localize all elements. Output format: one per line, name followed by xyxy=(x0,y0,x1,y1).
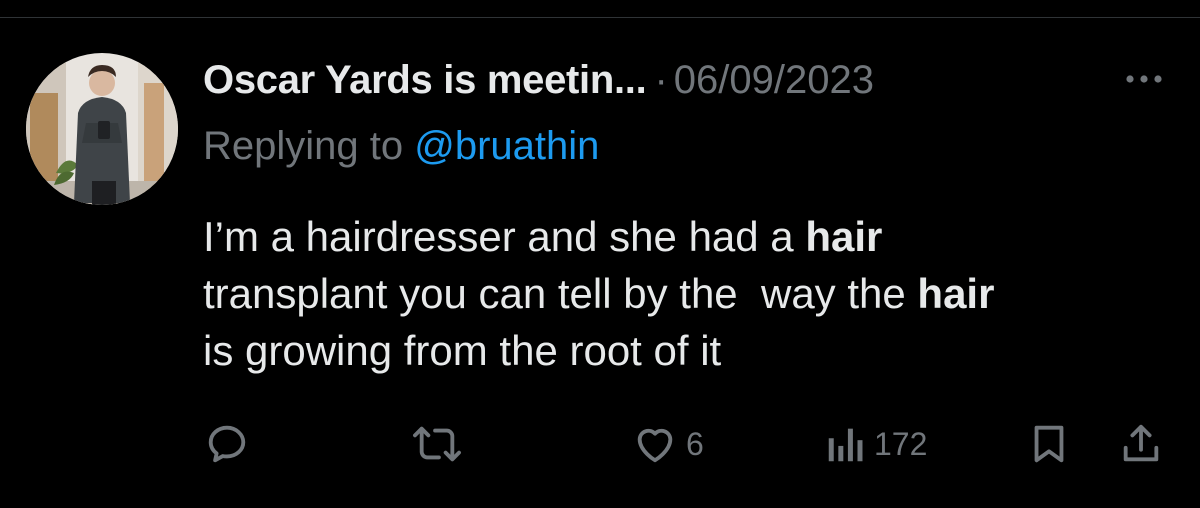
avatar-image xyxy=(26,53,178,205)
tweet-text-bold: hair xyxy=(805,213,883,260)
share-icon xyxy=(1123,424,1159,462)
tweet-text-segment: transplant you can tell by the way the xyxy=(203,270,906,317)
tweet-text: I’m a hairdresser and she had a hair tra… xyxy=(203,208,1183,379)
tweet-text-segment: I’m a hairdresser and she had a xyxy=(203,213,806,260)
views-count: 172 xyxy=(874,425,928,462)
heart-icon xyxy=(637,428,673,463)
tweet-date[interactable]: 06/09/2023 xyxy=(674,58,874,103)
more-options-button[interactable] xyxy=(1118,62,1170,96)
reply-context: Replying to @bruathin xyxy=(203,124,599,169)
like-button[interactable]: 6 xyxy=(632,416,704,472)
share-button[interactable] xyxy=(1118,416,1164,472)
action-bar: 6 172 xyxy=(0,416,1200,472)
reply-button[interactable] xyxy=(204,416,258,472)
avatar[interactable] xyxy=(26,53,178,205)
views-button[interactable]: 172 xyxy=(826,416,927,472)
bookmark-icon xyxy=(1034,425,1064,463)
top-divider xyxy=(0,17,1200,18)
reply-prefix: Replying to xyxy=(203,124,404,168)
tweet-text-bold: hair xyxy=(917,270,995,317)
retweet-button[interactable] xyxy=(412,416,462,472)
header-separator: · xyxy=(654,57,668,102)
display-name[interactable]: Oscar Yards is meetin... xyxy=(203,58,647,103)
tweet-header: Oscar Yards is meetin... · 06/09/2023 xyxy=(203,52,874,108)
retweet-icon xyxy=(413,426,461,462)
views-icon xyxy=(828,428,863,462)
bookmark-button[interactable] xyxy=(1026,416,1072,472)
like-count: 6 xyxy=(686,425,704,462)
reply-handle-link[interactable]: @bruathin xyxy=(414,124,599,168)
reply-icon xyxy=(208,425,246,463)
more-icon xyxy=(1126,75,1162,83)
tweet-text-segment: is growing from the root of it xyxy=(203,327,722,374)
